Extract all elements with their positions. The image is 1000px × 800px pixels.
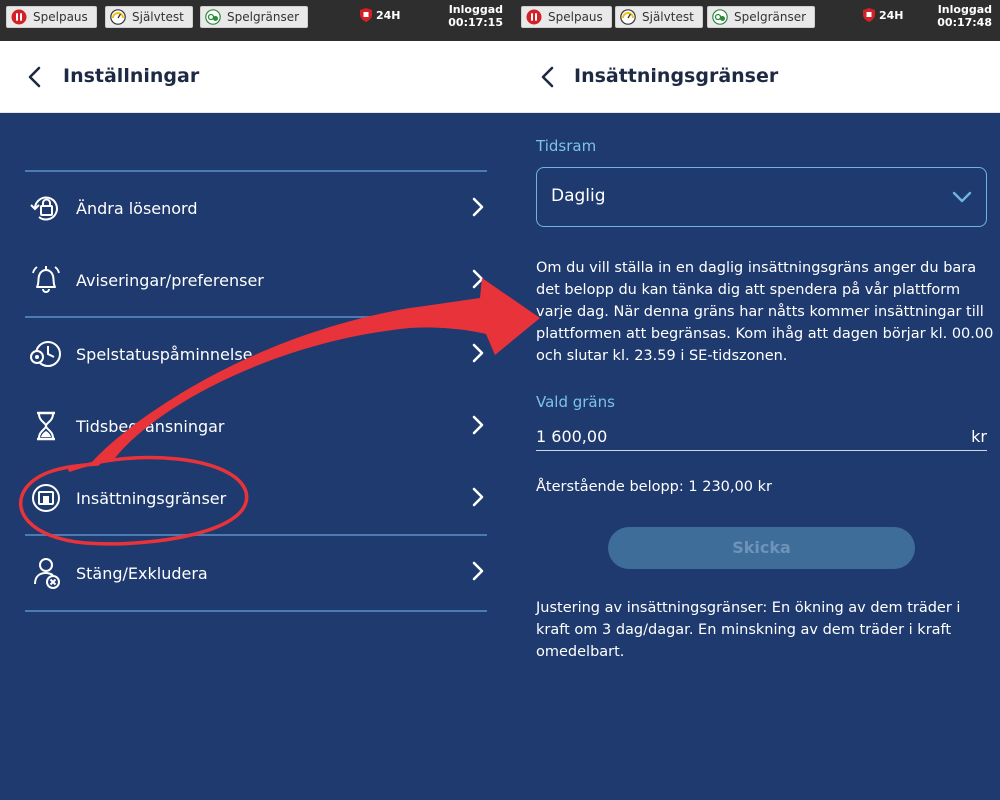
deposit-header: Insättningsgränser (511, 41, 1000, 113)
status-bar: Spelpaus Självtest Spelgränser 24H Inlog… (0, 0, 511, 41)
chevron-right-icon (472, 487, 484, 507)
shield-icon (360, 8, 372, 22)
settings-content: Ändra lösenord Aviseringar/preferenser S… (0, 113, 511, 800)
limit-24h-label: 24H (879, 8, 904, 22)
menu-item-change-password[interactable]: Ändra lösenord (25, 172, 487, 244)
gauge-icon (110, 9, 126, 25)
spelpaus-button[interactable]: Spelpaus (521, 6, 612, 28)
chevron-right-icon (472, 269, 484, 289)
clock-reminder-icon (30, 341, 61, 367)
exclude-user-icon (34, 558, 60, 589)
login-label: Inloggad (937, 3, 992, 16)
status-bar: Spelpaus Självtest Spelgränser 24H Inlog… (511, 0, 1000, 41)
remaining-amount: Återstående belopp: 1 230,00 kr (536, 479, 772, 495)
chevron-right-icon (472, 561, 484, 581)
back-arrow-icon[interactable] (26, 65, 44, 89)
chevron-right-icon (472, 415, 484, 435)
divider (25, 610, 487, 612)
limit-24h-label: 24H (376, 8, 401, 22)
limit-amount: 1 600,00 (536, 427, 608, 446)
deposit-limit-icon (32, 484, 60, 512)
menu-item-time-limits[interactable]: Tidsbegränsningar (25, 390, 487, 462)
limit-input[interactable]: 1 600,00 kr (536, 425, 987, 451)
settings-panel: Spelpaus Självtest Spelgränser 24H Inlog… (0, 0, 511, 800)
adjustment-note: Justering av insättningsgränser: En ökni… (536, 600, 961, 660)
menu-item-status-reminder[interactable]: Spelstatuspåminnelse (25, 318, 487, 390)
menu-item-label: Stäng/Exkludera (76, 563, 208, 583)
spelgranser-button[interactable]: Spelgränser (707, 6, 816, 28)
sjalvtest-label: Självtest (642, 10, 694, 24)
spelgranser-label: Spelgränser (227, 10, 300, 24)
timeframe-value: Daglig (551, 186, 606, 206)
menu-item-label: Ändra lösenord (76, 198, 198, 218)
limit-unit: kr (971, 427, 987, 446)
login-timer: Inloggad 00:17:15 (448, 3, 503, 29)
login-time: 00:17:15 (448, 16, 503, 29)
chevron-down-icon (952, 191, 972, 203)
page-title: Insättningsgränser (574, 65, 779, 87)
menu-item-label: Spelstatuspåminnelse (76, 344, 253, 364)
deposit-limits-panel: Spelpaus Självtest Spelgränser 24H Inlog… (511, 0, 1000, 800)
menu-item-close-exclude[interactable]: Stäng/Exkludera (25, 536, 487, 610)
limit-24h-badge: 24H (863, 8, 904, 22)
submit-button[interactable]: Skicka (608, 527, 915, 569)
bell-icon (32, 266, 60, 293)
shield-icon (863, 8, 875, 22)
timeframe-description: Om du vill ställa in en daglig insättnin… (536, 260, 994, 364)
limits-icon (205, 9, 221, 25)
spelpaus-label: Spelpaus (33, 10, 88, 24)
menu-item-label: Insättningsgränser (76, 488, 227, 508)
settings-menu: Ändra lösenord Aviseringar/preferenser S… (25, 170, 487, 612)
spelgranser-button[interactable]: Spelgränser (200, 6, 309, 28)
menu-item-notifications[interactable]: Aviseringar/preferenser (25, 244, 487, 316)
spelgranser-label: Spelgränser (734, 10, 807, 24)
deposit-content: Tidsram Daglig Om du vill ställa in en d… (511, 113, 1000, 800)
chevron-right-icon (472, 343, 484, 363)
gauge-icon (620, 9, 636, 25)
back-arrow-icon[interactable] (539, 65, 557, 89)
menu-item-label: Aviseringar/preferenser (76, 270, 264, 290)
sjalvtest-button[interactable]: Självtest (105, 6, 193, 28)
timeframe-select[interactable]: Daglig (536, 167, 987, 227)
sjalvtest-button[interactable]: Självtest (615, 6, 703, 28)
login-timer: Inloggad 00:17:48 (937, 3, 992, 29)
pause-icon (526, 9, 542, 25)
spelpaus-label: Spelpaus (548, 10, 603, 24)
sjalvtest-label: Självtest (132, 10, 184, 24)
menu-item-deposit-limits[interactable]: Insättningsgränser (25, 462, 487, 534)
spelpaus-button[interactable]: Spelpaus (6, 6, 97, 28)
limit-24h-badge: 24H (360, 8, 401, 22)
login-time: 00:17:48 (937, 16, 992, 29)
pause-icon (11, 9, 27, 25)
menu-item-label: Tidsbegränsningar (76, 416, 225, 436)
page-title: Inställningar (63, 65, 200, 87)
chevron-right-icon (472, 197, 484, 217)
hourglass-icon (37, 411, 55, 441)
limits-icon (712, 9, 728, 25)
timeframe-label: Tidsram (536, 137, 597, 155)
limit-label: Vald gräns (536, 393, 615, 411)
login-label: Inloggad (448, 3, 503, 16)
settings-header: Inställningar (0, 41, 511, 113)
password-lock-icon (30, 196, 58, 221)
